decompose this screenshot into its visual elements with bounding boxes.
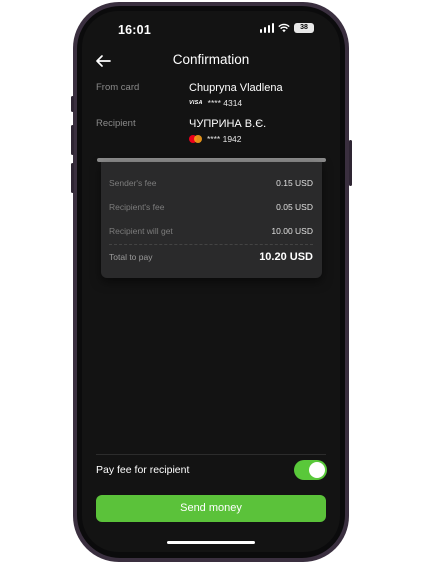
app-screen: 16:01 38 Confirmation From card Chupryna… xyxy=(82,11,340,552)
fee-row-recipient-gets: Recipient will get 10.00 USD xyxy=(109,226,313,236)
status-time: 16:01 xyxy=(118,23,151,37)
fee-value: 0.15 USD xyxy=(276,178,313,188)
total-value: 10.20 USD xyxy=(259,251,313,263)
recipient-card-details: **** 1942 xyxy=(189,134,242,144)
fee-row-sender: Sender's fee 0.15 USD xyxy=(109,178,313,188)
battery-icon: 38 xyxy=(294,23,314,33)
from-card-holder-name: Chupryna Vladlena xyxy=(189,82,283,94)
fee-summary-card: Sender's fee 0.15 USD Recipient's fee 0.… xyxy=(101,162,322,278)
fee-row-recipient: Recipient's fee 0.05 USD xyxy=(109,202,313,212)
power-button xyxy=(349,140,352,186)
pay-fee-toggle[interactable] xyxy=(294,460,327,480)
volume-down-button xyxy=(71,163,74,193)
visa-icon: VISA xyxy=(189,100,203,106)
recipient-label: Recipient xyxy=(96,118,136,129)
fee-value: 10.00 USD xyxy=(271,226,313,236)
fee-row-total: Total to pay 10.20 USD xyxy=(109,251,313,263)
recipient-name: ЧУПРИНА В.Є. xyxy=(189,118,267,130)
silent-switch xyxy=(71,96,74,112)
from-card-details: VISA **** 4314 xyxy=(189,98,242,108)
fee-label: Sender's fee xyxy=(109,178,157,188)
divider xyxy=(96,454,326,455)
wifi-icon xyxy=(278,23,290,33)
recipient-card-number: **** 1942 xyxy=(207,134,242,144)
page-title: Confirmation xyxy=(172,52,250,67)
fee-label: Recipient will get xyxy=(109,226,173,236)
fee-label: Recipient's fee xyxy=(109,202,165,212)
toggle-knob xyxy=(309,462,325,478)
total-label: Total to pay xyxy=(109,252,153,262)
cellular-signal-icon xyxy=(259,23,274,33)
fee-value: 0.05 USD xyxy=(276,202,313,212)
home-indicator[interactable] xyxy=(167,541,255,544)
from-card-number: **** 4314 xyxy=(207,98,243,108)
mastercard-icon xyxy=(189,135,202,143)
pay-fee-label: Pay fee for recipient xyxy=(96,464,190,476)
fee-divider xyxy=(109,244,313,245)
volume-up-button xyxy=(71,125,74,155)
from-card-label: From card xyxy=(96,82,140,93)
status-icons: 38 xyxy=(259,23,314,33)
send-money-button[interactable]: Send money xyxy=(96,495,326,522)
